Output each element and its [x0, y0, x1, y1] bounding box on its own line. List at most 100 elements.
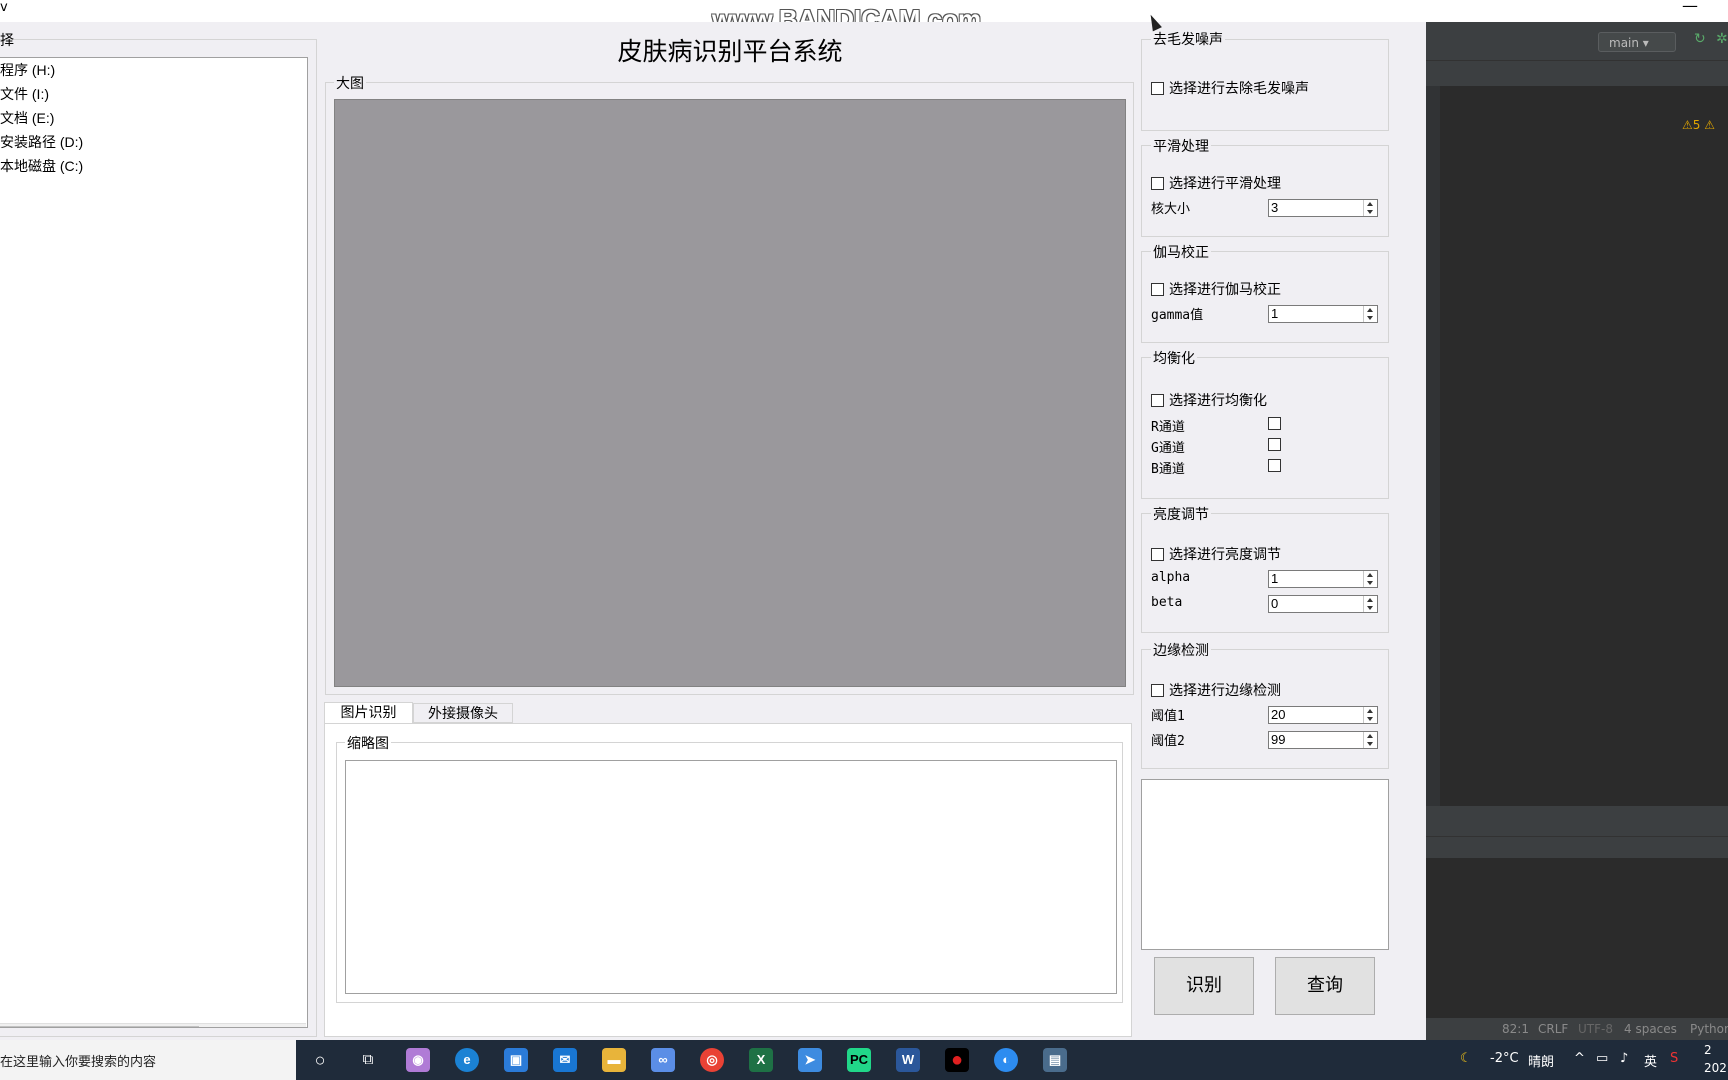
mail-icon[interactable]: ✉ [553, 1048, 577, 1072]
network-icon[interactable]: ▭ [1596, 1051, 1608, 1066]
edge-detection-checkbox[interactable] [1151, 684, 1164, 697]
line-ending[interactable]: CRLF [1538, 1022, 1568, 1036]
branch-selector[interactable]: main ▾ [1598, 32, 1676, 52]
result-textbox[interactable] [1141, 779, 1389, 950]
spin-arrows[interactable] [1363, 732, 1377, 748]
query-button[interactable]: 查询 [1275, 957, 1375, 1015]
tree-header: 择 [0, 33, 14, 49]
threshold2-spinbox[interactable]: 99 [1268, 731, 1378, 749]
gamma-checkbox[interactable] [1151, 283, 1164, 296]
file-explorer-icon[interactable]: ▬ [602, 1048, 626, 1072]
clock-line1[interactable]: 2 [1704, 1043, 1712, 1057]
pycharm-icon[interactable]: PC [847, 1048, 871, 1072]
ide-toolbar-secondary [1426, 836, 1728, 859]
taskbar-search-box[interactable]: 在这里输入你要搜索的内容 [0, 1040, 296, 1080]
alpha-label: alpha [1151, 570, 1191, 585]
equalization-checkbox-label[interactable]: 选择进行均衡化 [1169, 390, 1267, 410]
cortana-icon[interactable]: ○ [308, 1048, 332, 1072]
threshold2-value[interactable]: 99 [1271, 732, 1285, 748]
gamma-checkbox-label[interactable]: 选择进行伽马校正 [1169, 279, 1281, 299]
thumbnail-label: 缩略图 [345, 733, 391, 753]
ime-indicator[interactable]: 英 [1644, 1051, 1657, 1070]
beta-label: beta [1151, 595, 1183, 610]
tab-image-recognition[interactable]: 图片识别 [324, 702, 413, 723]
threshold2-label: 阈值2 [1151, 734, 1185, 749]
hair-removal-checkbox-label[interactable]: 选择进行去除毛发噪声 [1169, 78, 1309, 98]
smoothing-checkbox-label[interactable]: 选择进行平滑处理 [1169, 173, 1281, 193]
big-image-view [334, 99, 1126, 687]
gear-icon[interactable]: ✲ [1716, 31, 1728, 47]
kernel-size-label: 核大小 [1151, 202, 1191, 217]
alpha-value[interactable]: 1 [1271, 571, 1278, 587]
beta-spinbox[interactable]: 0 [1268, 595, 1378, 613]
scrollbar-thumb[interactable] [0, 1026, 199, 1027]
recognize-button[interactable]: 识别 [1154, 957, 1254, 1015]
encoding[interactable]: UTF-8 [1578, 1022, 1613, 1036]
ide-statusbar: 82:1 CRLF UTF-8 4 spaces Python [1426, 1018, 1728, 1040]
weather-icon[interactable]: ☾ [1460, 1051, 1472, 1066]
thumbnail-list[interactable] [345, 760, 1117, 994]
excel-icon[interactable]: X [749, 1048, 773, 1072]
tray-overflow-icon[interactable]: ^ [1574, 1051, 1585, 1066]
sogou-ime-icon[interactable]: S [1670, 1051, 1678, 1066]
gamma-spinbox[interactable]: 1 [1268, 305, 1378, 323]
volume-icon[interactable]: ♪ [1620, 1051, 1628, 1066]
edge-browser-icon[interactable]: e [455, 1048, 479, 1072]
branch-name: main [1609, 36, 1639, 50]
hair-removal-title: 去毛发噪声 [1151, 29, 1225, 49]
threshold1-spinbox[interactable]: 20 [1268, 706, 1378, 724]
edge-detection-checkbox-label[interactable]: 选择进行边缘检测 [1169, 680, 1281, 700]
indent-setting[interactable]: 4 spaces [1624, 1022, 1677, 1036]
cursor-position[interactable]: 82:1 [1502, 1022, 1529, 1036]
hair-removal-checkbox[interactable] [1151, 82, 1164, 95]
spin-arrows[interactable] [1363, 306, 1377, 322]
clock-line2[interactable]: 202 [1704, 1061, 1727, 1075]
bandicam-record-icon[interactable]: ● [945, 1048, 969, 1072]
equalization-checkbox[interactable] [1151, 394, 1164, 407]
b-channel-checkbox[interactable] [1268, 459, 1281, 472]
spin-arrows[interactable] [1363, 596, 1377, 612]
spin-arrows[interactable] [1363, 571, 1377, 587]
kernel-size-value[interactable]: 3 [1271, 200, 1278, 216]
paint-app-icon[interactable]: ◉ [406, 1048, 430, 1072]
tree-item-drive-e[interactable]: 文档 (E:) [0, 108, 54, 128]
store-icon[interactable]: ▣ [504, 1048, 528, 1072]
brightness-checkbox-label[interactable]: 选择进行亮度调节 [1169, 544, 1281, 564]
tree-horizontal-scrollbar[interactable]: › [0, 1023, 306, 1027]
ide-console [1426, 858, 1728, 1018]
language[interactable]: Python [1690, 1022, 1728, 1036]
chrome-icon[interactable]: ◎ [700, 1048, 724, 1072]
scroll-right-icon[interactable]: › [292, 1023, 297, 1027]
task-view-icon[interactable]: ⧉ [356, 1048, 380, 1072]
minimize-button[interactable]: — [1682, 0, 1698, 15]
threshold1-value[interactable]: 20 [1271, 707, 1285, 723]
search-placeholder[interactable]: 在这里输入你要搜索的内容 [0, 1051, 156, 1070]
tree-item-drive-d[interactable]: 安装路径 (D:) [0, 132, 83, 152]
kernel-size-spinbox[interactable]: 3 [1268, 199, 1378, 217]
tree-item-drive-h[interactable]: 程序 (H:) [0, 60, 55, 80]
feather-app-icon[interactable]: ◐ [994, 1048, 1018, 1072]
tree-item-drive-i[interactable]: 文件 (I:) [0, 84, 49, 104]
alpha-spinbox[interactable]: 1 [1268, 570, 1378, 588]
r-channel-label: R通道 [1151, 420, 1185, 435]
warning-count[interactable]: ⚠5 ⚠ [1682, 118, 1715, 132]
gamma-value-label: gamma值 [1151, 308, 1204, 323]
word-icon[interactable]: W [896, 1048, 920, 1072]
feishu-icon[interactable]: ➤ [798, 1048, 822, 1072]
brightness-checkbox[interactable] [1151, 548, 1164, 561]
spin-arrows[interactable] [1363, 707, 1377, 723]
beta-value[interactable]: 0 [1271, 596, 1278, 612]
weather-temp[interactable]: -2°C [1490, 1051, 1519, 1066]
refresh-icon[interactable]: ↻ [1694, 31, 1706, 47]
weather-desc[interactable]: 晴朗 [1528, 1051, 1554, 1070]
gamma-value[interactable]: 1 [1271, 306, 1278, 322]
python-window-icon[interactable]: ▤ [1043, 1048, 1067, 1072]
tree-item-drive-c[interactable]: 本地磁盘 (C:) [0, 156, 83, 176]
baidu-netdisk-icon[interactable]: ∞ [651, 1048, 675, 1072]
spin-arrows[interactable] [1363, 200, 1377, 216]
tab-external-camera[interactable]: 外接摄像头 [413, 703, 513, 723]
r-channel-checkbox[interactable] [1268, 417, 1281, 430]
smoothing-checkbox[interactable] [1151, 177, 1164, 190]
g-channel-checkbox[interactable] [1268, 438, 1281, 451]
file-tree[interactable]: 程序 (H:) 文件 (I:) 文档 (E:) 安装路径 (D:) 本地磁盘 (… [0, 57, 308, 1028]
